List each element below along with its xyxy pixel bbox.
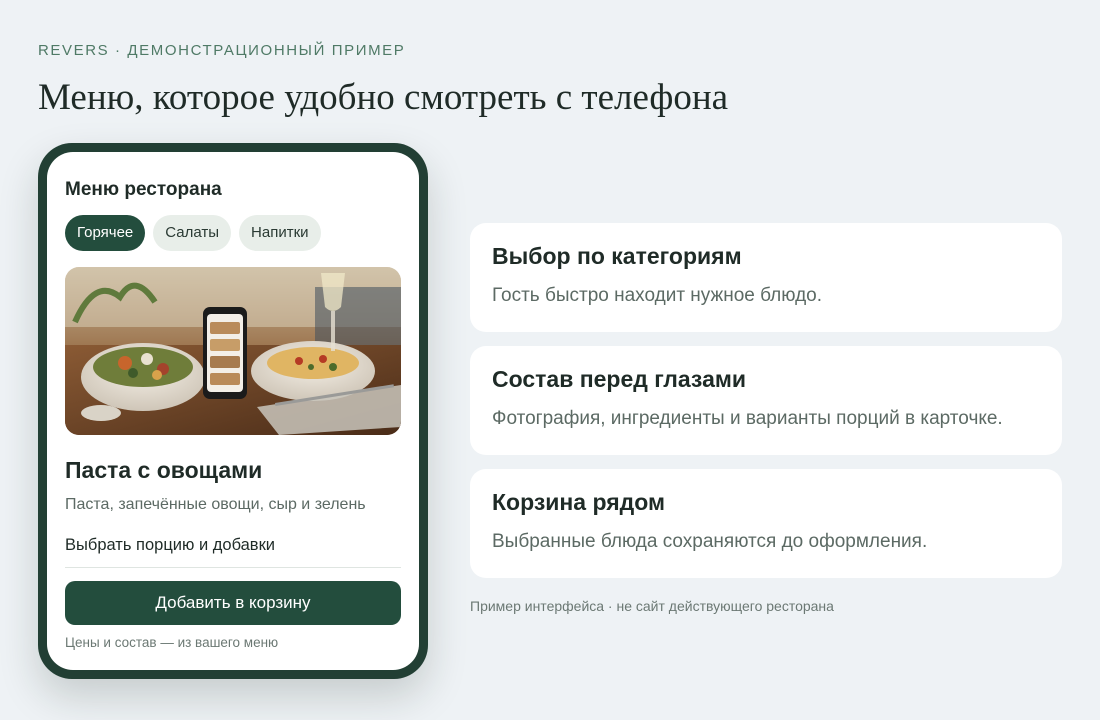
feature-text: Фотография, ингредиенты и варианты порци…	[492, 408, 1003, 429]
feature-text: Гость быстро находит нужное блюдо.	[492, 285, 822, 306]
disclaimer-note: Пример интерфейса · не сайт действующего…	[470, 598, 834, 614]
menu-title: Меню ресторана	[65, 179, 222, 200]
feature-card-cart: Корзина рядом Выбранные блюда сохраняютс…	[470, 469, 1062, 578]
divider	[65, 567, 401, 568]
tab-salads[interactable]: Салаты	[153, 215, 232, 251]
feature-title: Корзина рядом	[492, 489, 666, 515]
dish-name: Паста с овощами	[65, 457, 263, 483]
dish-description: Паста, запечённые овощи, сыр и зелень	[65, 496, 366, 513]
feature-text: Выбранные блюда сохраняются до оформлени…	[492, 531, 928, 552]
choose-portion-link[interactable]: Выбрать порцию и добавки	[65, 536, 275, 555]
category-tabs: Горячее Салаты Напитки	[65, 215, 321, 251]
feature-card-categories: Выбор по категориям Гость быстро находит…	[470, 223, 1062, 332]
add-to-cart-button[interactable]: Добавить в корзину	[65, 581, 401, 625]
phone-mockup: Меню ресторана Горячее Салаты Напитки Па…	[38, 143, 428, 679]
dish-photo	[65, 267, 401, 435]
feature-title: Выбор по категориям	[492, 243, 742, 269]
eyebrow-label: REVERS · ДЕМОНСТРАЦИОННЫЙ ПРИМЕР	[38, 42, 406, 59]
phone-screen: Меню ресторана Горячее Салаты Напитки Па…	[47, 152, 419, 670]
tab-hot[interactable]: Горячее	[65, 215, 146, 251]
price-note: Цены и состав — из вашего меню	[65, 635, 279, 650]
page-headline: Меню, которое удобно смотреть с телефона	[38, 77, 729, 118]
tab-drinks[interactable]: Напитки	[239, 215, 321, 251]
feature-title: Состав перед глазами	[492, 366, 747, 392]
feature-card-ingredients: Состав перед глазами Фотография, ингреди…	[470, 346, 1062, 455]
